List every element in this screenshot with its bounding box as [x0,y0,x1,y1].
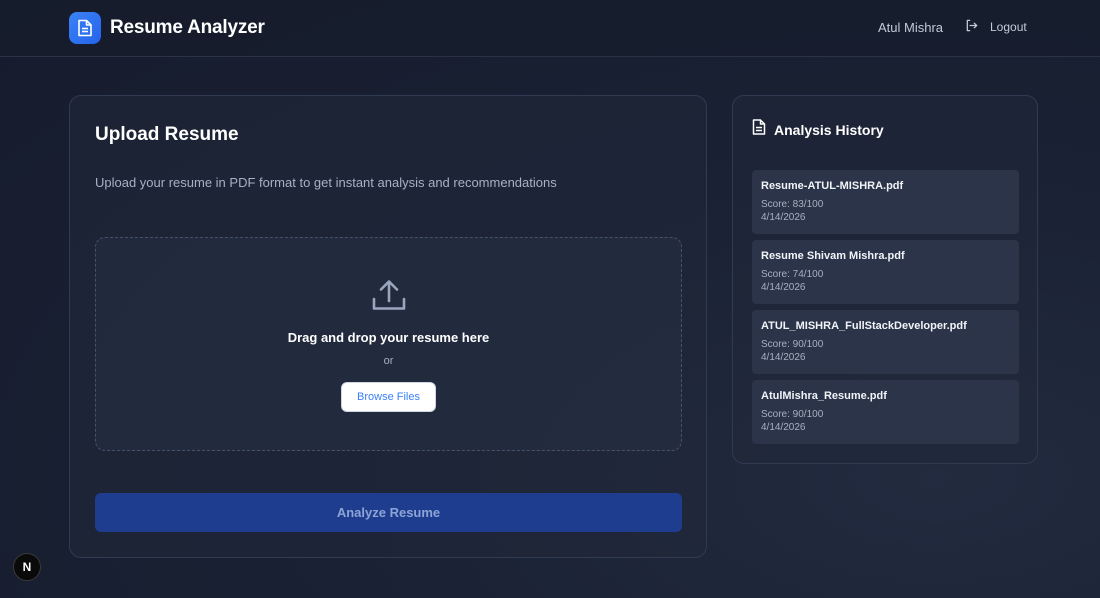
upload-card: Upload Resume Upload your resume in PDF … [69,95,707,558]
upload-title: Upload Resume [95,124,239,145]
history-score: Score: 90/100 [761,409,824,420]
history-card: Analysis History Resume-ATUL-MISHRA.pdf … [732,95,1038,464]
app-title: Resume Analyzer [110,17,265,38]
history-date: 4/14/2026 [761,282,806,293]
upload-subtitle: Upload your resume in PDF format to get … [95,175,557,190]
file-icon [752,119,766,140]
upload-icon [370,278,408,319]
history-header: Analysis History [752,119,884,140]
history-item[interactable]: Resume Shivam Mishra.pdf Score: 74/100 4… [752,240,1019,304]
history-list: Resume-ATUL-MISHRA.pdf Score: 83/100 4/1… [752,170,1019,450]
logout-label: Logout [990,20,1027,34]
badge-letter: N [22,560,32,574]
history-date: 4/14/2026 [761,352,806,363]
nextjs-badge[interactable]: N [13,553,41,581]
history-item[interactable]: AtulMishra_Resume.pdf Score: 90/100 4/14… [752,380,1019,444]
user-name: Atul Mishra [878,20,944,35]
history-score: Score: 90/100 [761,339,824,350]
logout-button[interactable]: Logout [965,19,1027,35]
brand[interactable]: Resume Analyzer [69,12,265,44]
top-header: Resume Analyzer Atul Mishra Logout [0,0,1100,57]
or-text: or [383,355,394,367]
history-file-name: Resume Shivam Mishra.pdf [761,250,905,262]
browse-files-button[interactable]: Browse Files [341,382,436,412]
history-score: Score: 74/100 [761,269,824,280]
history-file-name: ATUL_MISHRA_FullStackDeveloper.pdf [761,320,967,332]
analyze-resume-button[interactable]: Analyze Resume [95,493,682,532]
history-file-name: AtulMishra_Resume.pdf [761,390,887,402]
history-score: Score: 83/100 [761,199,824,210]
drop-text: Drag and drop your resume here [287,330,490,345]
history-title: Analysis History [774,121,884,138]
history-item[interactable]: ATUL_MISHRA_FullStackDeveloper.pdf Score… [752,310,1019,374]
history-item[interactable]: Resume-ATUL-MISHRA.pdf Score: 83/100 4/1… [752,170,1019,234]
logout-icon [965,19,978,35]
dropzone[interactable]: Drag and drop your resume here or Browse… [95,237,682,451]
history-date: 4/14/2026 [761,422,806,433]
history-file-name: Resume-ATUL-MISHRA.pdf [761,180,904,192]
history-date: 4/14/2026 [761,212,806,223]
document-icon [69,12,101,44]
